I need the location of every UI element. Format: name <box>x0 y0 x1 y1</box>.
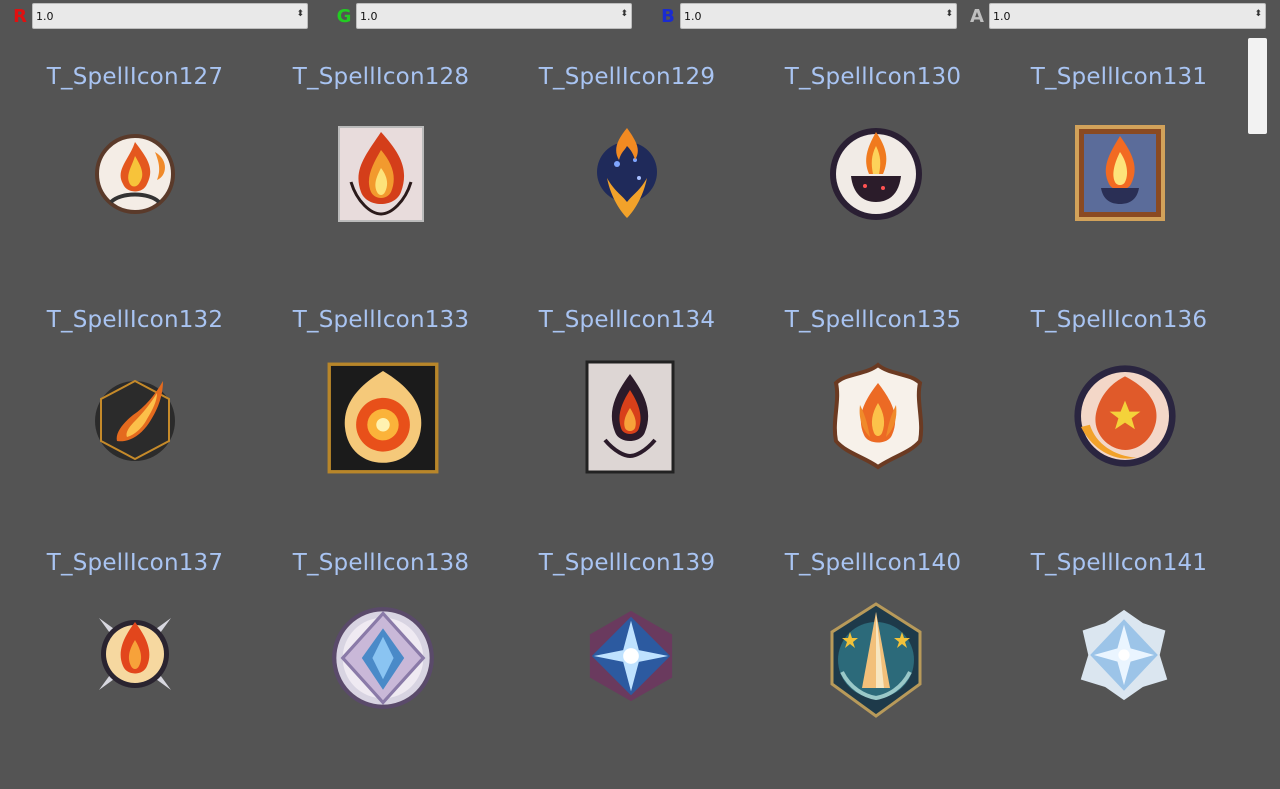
dark-flame-card-icon <box>585 360 675 474</box>
asset-tile[interactable]: T_SpellIcon128 <box>258 60 504 303</box>
fire-ornate-frame-icon <box>830 361 926 471</box>
asset-name: T_SpellIcon137 <box>46 550 224 576</box>
asset-name: T_SpellIcon127 <box>46 64 224 90</box>
asset-tile[interactable]: T_SpellIcon132 <box>12 303 258 546</box>
asset-tile[interactable]: T_SpellIcon131 <box>996 60 1242 303</box>
asset-tile[interactable]: T_SpellIcon134 <box>504 303 750 546</box>
ice-diamond-ring-icon <box>330 604 436 712</box>
fire-framed-icon <box>1069 122 1169 222</box>
channel-r-value: 1.0 <box>36 9 54 23</box>
fire-comet-hexagon-icon <box>85 365 185 465</box>
fire-emblem-round-icon <box>85 122 185 222</box>
asset-name: T_SpellIcon135 <box>784 307 962 333</box>
channel-b-stepper-icon[interactable]: ⬍ <box>945 10 953 19</box>
fire-card-icon <box>331 122 431 222</box>
channel-a-stepper-icon[interactable]: ⬍ <box>1254 10 1262 19</box>
fire-star-disc-icon <box>1070 361 1180 471</box>
ice-star-gem-icon <box>582 606 680 706</box>
ice-crystal-star-icon <box>1077 608 1171 702</box>
fire-sun-square-icon <box>327 362 439 474</box>
asset-name: T_SpellIcon132 <box>46 307 224 333</box>
channel-g: G 1.0 ⬍ <box>332 2 632 30</box>
asset-tile[interactable]: T_SpellIcon138 <box>258 546 504 789</box>
channel-r-label: R <box>13 5 27 27</box>
channel-b-field[interactable]: 1.0 ⬍ <box>680 3 957 29</box>
channel-b: B 1.0 ⬍ <box>656 2 957 30</box>
asset-tile[interactable]: T_SpellIcon130 <box>750 60 996 303</box>
asset-name: T_SpellIcon134 <box>538 307 716 333</box>
fire-cauldron-icon <box>823 122 923 222</box>
asset-name: T_SpellIcon129 <box>538 64 716 90</box>
channel-a-field[interactable]: 1.0 ⬍ <box>989 3 1266 29</box>
asset-name: T_SpellIcon140 <box>784 550 962 576</box>
asset-name: T_SpellIcon130 <box>784 64 962 90</box>
asset-tile[interactable]: T_SpellIcon140 <box>750 546 996 789</box>
channel-a-label: A <box>970 5 984 27</box>
asset-name: T_SpellIcon128 <box>292 64 470 90</box>
channel-r-stepper-icon[interactable]: ⬍ <box>296 10 304 19</box>
asset-tile[interactable]: T_SpellIcon135 <box>750 303 996 546</box>
vertical-scrollbar-thumb[interactable] <box>1248 38 1267 134</box>
asset-tile[interactable]: T_SpellIcon136 <box>996 303 1242 546</box>
channel-g-label: G <box>336 5 352 27</box>
asset-name: T_SpellIcon139 <box>538 550 716 576</box>
asset-name: T_SpellIcon136 <box>1030 307 1208 333</box>
asset-name: T_SpellIcon141 <box>1030 550 1208 576</box>
fire-orb-icon <box>577 122 677 222</box>
channel-r: R 1.0 ⬍ <box>8 2 308 30</box>
ice-spire-badge-icon <box>828 602 924 718</box>
channel-r-field[interactable]: 1.0 ⬍ <box>32 3 308 29</box>
fire-compass-icon <box>85 604 185 704</box>
asset-tile[interactable]: T_SpellIcon133 <box>258 303 504 546</box>
asset-name: T_SpellIcon131 <box>1030 64 1208 90</box>
asset-name: T_SpellIcon138 <box>292 550 470 576</box>
channel-g-stepper-icon[interactable]: ⬍ <box>620 10 628 19</box>
asset-tile[interactable]: T_SpellIcon127 <box>12 60 258 303</box>
asset-tile[interactable]: T_SpellIcon139 <box>504 546 750 789</box>
asset-name: T_SpellIcon133 <box>292 307 470 333</box>
channel-g-value: 1.0 <box>360 9 378 23</box>
channel-g-field[interactable]: 1.0 ⬍ <box>356 3 632 29</box>
channel-b-value: 1.0 <box>684 9 702 23</box>
channel-a: A 1.0 ⬍ <box>965 2 1266 30</box>
channel-toolbar: R 1.0 ⬍ G 1.0 ⬍ B 1.0 ⬍ A 1.0 ⬍ <box>0 0 1280 32</box>
channel-b-label: B <box>661 5 675 27</box>
asset-tile[interactable]: T_SpellIcon137 <box>12 546 258 789</box>
asset-tile[interactable]: T_SpellIcon129 <box>504 60 750 303</box>
asset-tile[interactable]: T_SpellIcon141 <box>996 546 1242 789</box>
channel-a-value: 1.0 <box>993 9 1011 23</box>
